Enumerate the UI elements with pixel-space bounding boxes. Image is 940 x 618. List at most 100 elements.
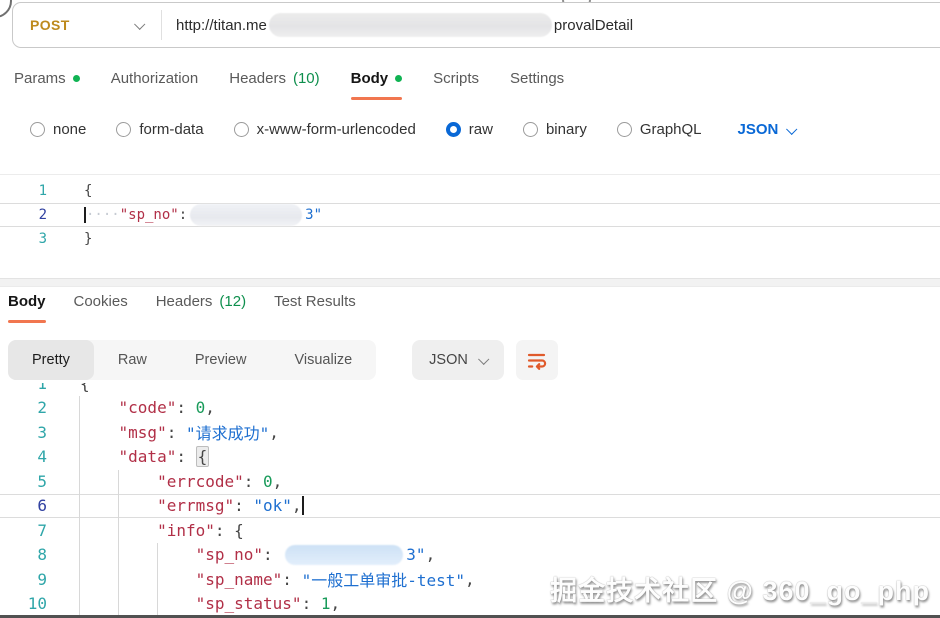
- radio-raw[interactable]: raw: [446, 121, 493, 138]
- code-token: :: [302, 594, 321, 613]
- tab-settings[interactable]: Settings: [510, 70, 564, 100]
- radio-label: x-www-form-urlencoded: [257, 121, 416, 138]
- radio-icon: [523, 122, 538, 137]
- tab-scripts[interactable]: Scripts: [433, 70, 479, 100]
- tab-test-results[interactable]: Test Results: [274, 293, 356, 323]
- code-line[interactable]: 3"msg": "请求成功",: [0, 420, 940, 445]
- code-token: ,: [330, 594, 340, 613]
- code-token: "请求成功": [186, 420, 269, 444]
- method-label: POST: [30, 17, 70, 33]
- tab-label: Params: [14, 70, 66, 87]
- view-raw-button[interactable]: Raw: [94, 340, 171, 380]
- url-suffix: provalDetail: [554, 17, 633, 34]
- line-number: 9: [0, 570, 56, 589]
- view-visualize-button[interactable]: Visualize: [270, 340, 376, 380]
- code-token: ,: [273, 472, 283, 491]
- code-token: "errcode": [157, 472, 244, 491]
- tab-cookies[interactable]: Cookies: [74, 293, 128, 323]
- tab-label: Body: [351, 70, 389, 87]
- code-line[interactable]: 1{: [0, 179, 940, 203]
- code-token: :: [215, 521, 234, 540]
- request-tabs: Params Authorization Headers (10) Body S…: [14, 70, 564, 100]
- text-cursor: [302, 496, 304, 515]
- postman-window: POST http://titan.me provalDetail Params…: [0, 0, 940, 618]
- code-token: "code": [119, 398, 177, 417]
- tab-label: Settings: [510, 70, 564, 87]
- code-line[interactable]: 2 ····"sp_no":3": [0, 203, 940, 227]
- url-input[interactable]: http://titan.me provalDetail: [162, 13, 940, 37]
- code-token: :: [282, 570, 301, 589]
- code-token: :: [244, 472, 263, 491]
- line-number: 1: [0, 383, 56, 393]
- line-number: 8: [0, 545, 56, 564]
- response-tabs: Body Cookies Headers (12) Test Results: [8, 293, 356, 323]
- code-content: ····"sp_no":3": [84, 204, 322, 226]
- line-number: 6: [0, 496, 56, 515]
- radio-label: GraphQL: [640, 121, 702, 138]
- line-number: 10: [0, 594, 56, 613]
- code-token: :: [176, 447, 195, 466]
- radio-none[interactable]: none: [30, 121, 86, 138]
- line-number: 7: [0, 521, 56, 540]
- code-token: 1: [321, 594, 331, 613]
- code-line[interactable]: 1{: [0, 383, 940, 396]
- code-token: "info": [157, 521, 215, 540]
- view-preview-button[interactable]: Preview: [171, 340, 271, 380]
- radio-graphql[interactable]: GraphQL: [617, 121, 702, 138]
- radio-x-www-form-urlencoded[interactable]: x-www-form-urlencoded: [234, 121, 416, 138]
- code-content: "sp_status": 1,: [80, 594, 340, 613]
- chevron-down-icon: [134, 19, 145, 30]
- code-line[interactable]: 7 "info": {: [0, 518, 940, 543]
- redacted-blur: [190, 204, 302, 226]
- line-number: 5: [0, 472, 56, 491]
- code-line[interactable]: 2 "code": 0,: [0, 396, 940, 421]
- radio-label: binary: [546, 121, 587, 138]
- line-number: 2: [0, 207, 56, 223]
- code-content: }: [84, 231, 92, 247]
- response-view-toolbar: Pretty Raw Preview Visualize JSON: [8, 340, 376, 380]
- radio-binary[interactable]: binary: [523, 121, 587, 138]
- radio-icon: [617, 122, 632, 137]
- code-content: {: [84, 183, 92, 199]
- tab-label: Body: [8, 293, 46, 310]
- line-number: 2: [0, 398, 56, 417]
- tab-authorization[interactable]: Authorization: [111, 70, 199, 100]
- tab-params[interactable]: Params: [14, 70, 80, 100]
- code-token: "data": [119, 447, 177, 466]
- section-separator: [0, 278, 940, 287]
- tab-response-body[interactable]: Body: [8, 293, 46, 323]
- code-token: ,: [292, 496, 302, 515]
- method-selector[interactable]: POST: [13, 17, 161, 33]
- code-content: "sp_name": "一般工单审批-test",: [80, 567, 475, 591]
- code-token: 3": [406, 545, 425, 564]
- code-content: "code": 0,: [80, 398, 215, 417]
- code-token: {: [84, 183, 92, 199]
- language-label: JSON: [429, 352, 468, 368]
- tab-response-headers[interactable]: Headers (12): [156, 293, 246, 323]
- code-token: {: [234, 521, 244, 540]
- code-token: 3": [305, 207, 322, 223]
- view-pretty-button[interactable]: Pretty: [8, 340, 94, 380]
- code-token: }: [84, 231, 92, 247]
- code-line[interactable]: 4"data": {: [0, 445, 940, 470]
- tab-headers[interactable]: Headers (10): [229, 70, 319, 100]
- radio-form-data[interactable]: form-data: [116, 121, 203, 138]
- code-line[interactable]: 8"sp_no": 3",: [0, 543, 940, 568]
- line-number: 3: [0, 231, 56, 247]
- request-body-editor[interactable]: 1{2····"sp_no":3"3}: [0, 174, 940, 278]
- code-line[interactable]: 6"errmsg": "ok",: [0, 494, 940, 519]
- word-wrap-icon: [525, 348, 549, 372]
- tab-body[interactable]: Body: [351, 70, 403, 100]
- tab-label: Scripts: [433, 70, 479, 87]
- word-wrap-button[interactable]: [516, 340, 558, 380]
- code-token: "ok": [253, 496, 292, 515]
- code-line[interactable]: 3}: [0, 227, 940, 251]
- body-language-select[interactable]: JSON: [738, 121, 796, 138]
- headers-count: (10): [293, 70, 320, 87]
- radio-icon: [234, 122, 249, 137]
- redacted-blur: [269, 13, 552, 37]
- code-token: 0: [196, 398, 206, 417]
- code-line[interactable]: 5"errcode": 0,: [0, 469, 940, 494]
- code-token: {: [196, 446, 210, 467]
- response-language-select[interactable]: JSON: [412, 340, 504, 380]
